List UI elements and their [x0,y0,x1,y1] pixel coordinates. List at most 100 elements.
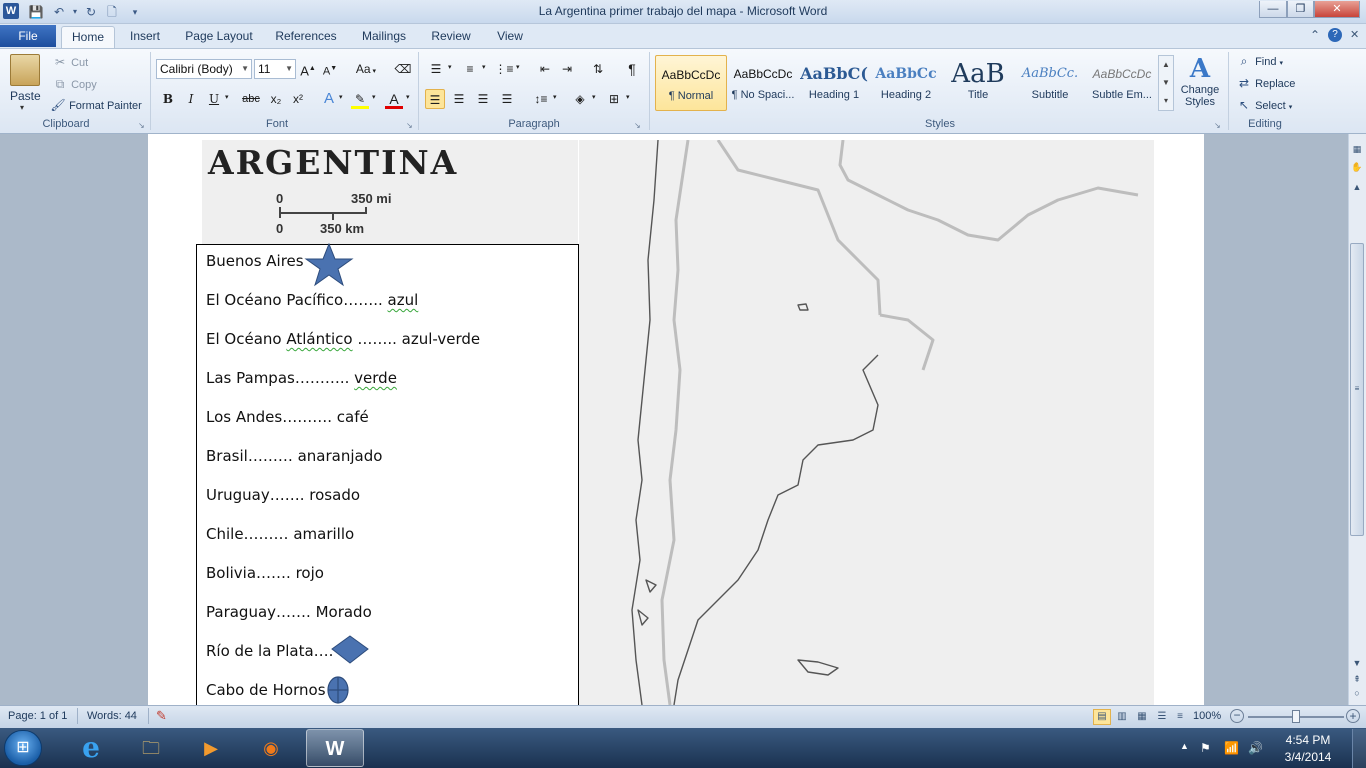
bullets-dropdown-icon[interactable]: ▾ [448,63,452,71]
clear-formatting-icon[interactable]: ⌫ [393,59,413,79]
pan-hand-icon[interactable]: ✋ [1350,160,1364,174]
word-count[interactable]: Words: 44 [87,710,137,722]
tab-page-layout[interactable]: Page Layout [180,26,258,48]
style-subtitle[interactable]: AaBbCc. Subtitle [1014,55,1086,111]
tab-home[interactable]: Home [61,26,115,48]
help-icon[interactable]: ? [1328,28,1342,42]
network-icon[interactable]: 📶 [1224,741,1239,755]
show-formatting-button[interactable]: ¶ [622,59,642,79]
paste-dropdown-icon[interactable]: ▾ [20,103,24,112]
underline-button[interactable]: U [204,89,224,109]
change-styles-button[interactable]: A Change Styles [1180,54,1220,108]
action-center-icon[interactable]: ⚑ [1200,741,1211,755]
tab-file[interactable]: File [0,25,56,47]
grow-font-button[interactable]: A▲ [298,59,318,79]
line-spacing-icon[interactable]: ↕≡ [531,89,551,109]
italic-button[interactable]: I [181,89,201,109]
minimize-button[interactable]: — [1259,1,1287,18]
align-center-icon[interactable]: ☰ [449,89,469,109]
justify-icon[interactable]: ☰ [497,89,517,109]
zoom-slider-thumb[interactable] [1292,710,1300,723]
shading-icon[interactable]: ◈ [570,89,590,109]
multilevel-list-icon[interactable]: ⋮≡ [494,59,514,79]
tab-mailings[interactable]: Mailings [356,26,412,48]
borders-icon[interactable]: ⊞ [604,89,624,109]
style-heading-1[interactable]: AaBbC( Heading 1 [798,55,870,111]
strikethrough-button[interactable]: abc [238,89,264,109]
volume-icon[interactable]: 🔊 [1248,741,1263,755]
view-ruler-icon[interactable]: ▦ [1350,142,1364,156]
show-desktop-button[interactable] [1352,729,1366,768]
styles-gallery-scroll[interactable]: ▲ ▼ ▾ [1158,55,1174,111]
start-button[interactable]: ⊞ [4,730,42,766]
tab-review[interactable]: Review [427,26,475,48]
style-normal[interactable]: AaBbCcDc ¶ Normal [655,55,727,111]
paragraph-launcher-icon[interactable]: ↘ [634,121,641,130]
bold-button[interactable]: B [158,89,178,109]
multilevel-dropdown-icon[interactable]: ▾ [516,63,520,71]
full-screen-reading-icon[interactable]: ▥ [1113,709,1131,725]
align-left-icon[interactable]: ☰ [425,89,445,109]
bullets-icon[interactable]: ☰ [426,59,446,79]
style-heading-2[interactable]: AaBbCc Heading 2 [870,55,942,111]
style-title[interactable]: AaB Title [942,55,1014,111]
media-player-icon[interactable]: ▶ [182,729,240,767]
borders-dropdown-icon[interactable]: ▾ [626,93,630,101]
select-button[interactable]: ↖ Select ▾ [1236,97,1292,113]
web-layout-icon[interactable]: ▦ [1133,709,1151,725]
styles-launcher-icon[interactable]: ↘ [1214,121,1221,130]
align-right-icon[interactable]: ☰ [473,89,493,109]
restore-button[interactable]: ❐ [1287,1,1314,18]
clock-date[interactable]: 3/4/2014 [1276,750,1340,764]
draft-icon[interactable]: ≡ [1171,709,1189,725]
text-effects-icon[interactable]: A [319,89,339,109]
change-case-button[interactable]: Aa ▾ [352,59,380,79]
sort-icon[interactable]: ⇅ [588,59,608,79]
show-hidden-icons[interactable]: ▲ [1180,741,1189,751]
browse-object-icon[interactable]: ○ [1350,686,1364,700]
firefox-icon[interactable]: ◉ [242,729,300,767]
underline-dropdown-icon[interactable]: ▾ [225,93,229,101]
numbering-icon[interactable]: ≡ [460,59,480,79]
previous-page-icon[interactable]: ⇞ [1350,672,1364,686]
proofing-icon[interactable]: ✎ [156,708,167,724]
style-no-spacing[interactable]: AaBbCcDc ¶ No Spaci... [727,55,799,111]
style-subtle-emphasis[interactable]: AaBbCcDc Subtle Em... [1086,55,1158,111]
format-painter-button[interactable]: 🖌 Format Painter [50,97,141,113]
clock-time[interactable]: 4:54 PM [1276,733,1340,747]
paste-icon[interactable] [10,54,40,86]
zoom-level[interactable]: 100% [1193,710,1221,722]
clipboard-launcher-icon[interactable]: ↘ [138,121,145,130]
font-size-combo[interactable]: 11 ▼ [254,59,296,79]
word-taskbar-button[interactable]: W [306,729,364,767]
font-family-dropdown-icon[interactable]: ▼ [241,60,249,78]
file-explorer-icon[interactable]: 🗀 [122,729,180,767]
minimize-ribbon-icon[interactable]: ⌃ [1310,28,1320,42]
highlight-dropdown-icon[interactable]: ▾ [372,93,376,101]
zoom-out-icon[interactable]: − [1230,709,1244,723]
print-layout-icon[interactable]: ▤ [1093,709,1111,725]
numbering-dropdown-icon[interactable]: ▾ [482,63,486,71]
paste-button[interactable]: Paste [10,89,41,103]
superscript-button[interactable]: x² [288,89,308,109]
font-family-combo[interactable]: Calibri (Body) ▼ [156,59,252,79]
tab-insert[interactable]: Insert [124,26,166,48]
tab-references[interactable]: References [271,26,341,48]
scroll-down-icon[interactable]: ▼ [1350,656,1364,670]
outline-icon[interactable]: ☰ [1153,709,1171,725]
internet-explorer-icon[interactable]: e [62,729,120,767]
font-launcher-icon[interactable]: ↘ [406,121,413,130]
scroll-up-icon[interactable]: ▲ [1350,180,1364,194]
find-button[interactable]: ⌕ Find ▾ [1236,53,1283,69]
tab-view[interactable]: View [492,26,528,48]
zoom-in-icon[interactable]: + [1346,709,1360,723]
decrease-indent-icon[interactable]: ⇤ [535,59,555,79]
page-count[interactable]: Page: 1 of 1 [8,710,67,722]
line-spacing-dropdown-icon[interactable]: ▾ [553,93,557,101]
shading-dropdown-icon[interactable]: ▾ [592,93,596,101]
increase-indent-icon[interactable]: ⇥ [557,59,577,79]
replace-button[interactable]: ⇄ Replace [1236,75,1295,91]
font-color-dropdown-icon[interactable]: ▾ [406,93,410,101]
shrink-font-button[interactable]: A▼ [320,59,340,79]
subscript-button[interactable]: x₂ [266,89,286,109]
